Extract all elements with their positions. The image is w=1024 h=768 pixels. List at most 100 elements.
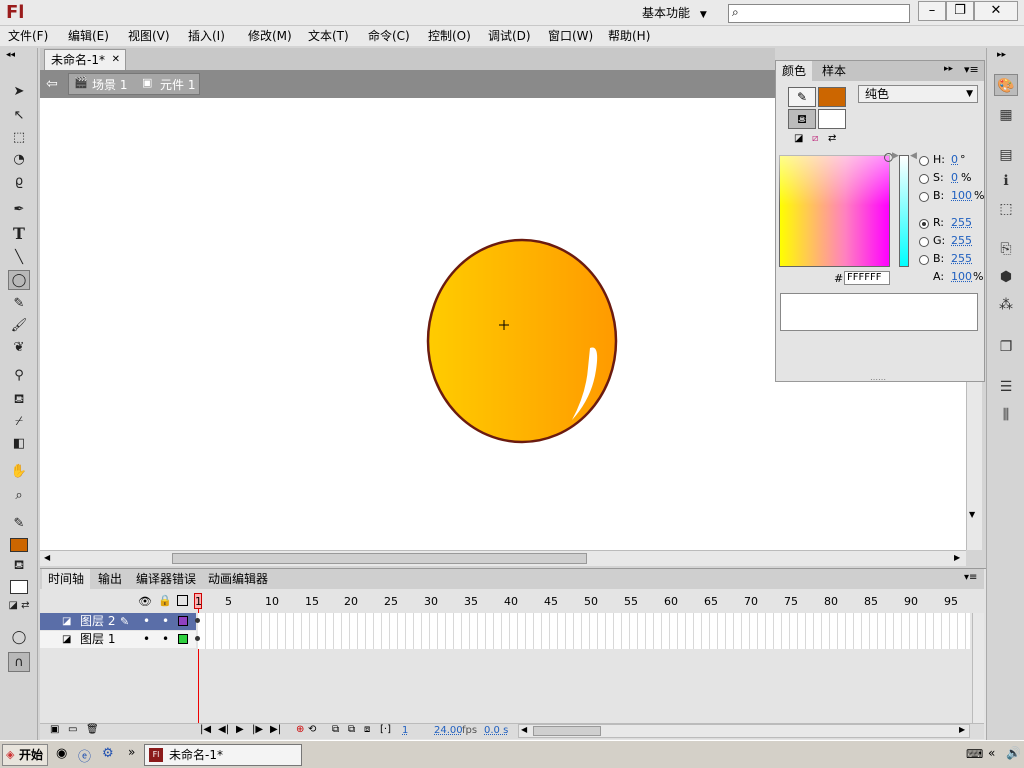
lasso-tool-icon[interactable]: ϱ bbox=[8, 172, 30, 192]
slider-arrow-icon[interactable]: ▶ bbox=[892, 151, 899, 161]
hex-input[interactable]: FFFFFF bbox=[844, 271, 890, 285]
pencil-tool-icon[interactable]: ✎ bbox=[8, 294, 30, 314]
trash-icon[interactable]: 🗑 bbox=[86, 724, 99, 735]
orange-ball[interactable] bbox=[426, 238, 618, 444]
no-color-icon[interactable]: ⧄ bbox=[812, 133, 818, 144]
expand-dock-icon[interactable]: ▸▸ bbox=[997, 50, 1006, 60]
play-icon[interactable]: ▶ bbox=[236, 724, 244, 735]
swap-colors-icon[interactable]: ◪ ⇄ bbox=[8, 596, 30, 616]
radio-saturation[interactable] bbox=[919, 174, 929, 184]
stroke-pencil-icon[interactable]: ✎ bbox=[788, 87, 816, 107]
fill-color-icon[interactable]: ⛾ bbox=[8, 556, 30, 576]
selection-tool-icon[interactable]: ➤ bbox=[8, 82, 30, 102]
menu-text[interactable]: 文本(T) bbox=[308, 26, 349, 46]
prev-frame-icon[interactable]: ◀| bbox=[218, 724, 229, 735]
maximize-button[interactable]: ❐ bbox=[946, 1, 974, 21]
stage-horizontal-scrollbar[interactable]: ◀ ▶ bbox=[40, 550, 966, 566]
brightness-value[interactable]: 100 bbox=[951, 189, 972, 202]
library-panel-icon[interactable]: ❐ bbox=[994, 336, 1018, 358]
eyedropper-tool-icon[interactable]: ⌿ bbox=[8, 412, 30, 432]
eraser-tool-icon[interactable]: ◧ bbox=[8, 434, 30, 454]
layer-row[interactable]: ◪ 图层 2 ✎ • • bbox=[40, 613, 196, 630]
radio-brightness[interactable] bbox=[919, 192, 929, 202]
default-colors-icon[interactable]: ◪ bbox=[794, 133, 803, 144]
menu-modify[interactable]: 修改(M) bbox=[248, 26, 292, 46]
project-panel-icon[interactable]: ⁂ bbox=[994, 294, 1018, 316]
more-icon[interactable]: » bbox=[128, 745, 135, 759]
new-folder-icon[interactable]: ▭ bbox=[68, 724, 77, 735]
menu-edit[interactable]: 编辑(E) bbox=[68, 26, 109, 46]
fill-bucket-icon[interactable]: ⛾ bbox=[788, 109, 816, 129]
radio-hue[interactable] bbox=[919, 156, 929, 166]
layer-name[interactable]: 图层 1 bbox=[80, 631, 115, 648]
info-panel-icon[interactable]: ℹ bbox=[994, 170, 1018, 192]
components-panel-icon[interactable]: ⎘ bbox=[994, 238, 1018, 260]
motion-presets-icon[interactable]: ⬢ bbox=[994, 266, 1018, 288]
stroke-swatch[interactable] bbox=[818, 87, 846, 107]
scroll-down-icon[interactable]: ▼ bbox=[969, 510, 975, 519]
properties-panel-icon[interactable]: ☰ bbox=[994, 376, 1018, 398]
workspace-switcher[interactable]: 基本功能 ▼ bbox=[632, 3, 712, 23]
onion-outline-icon[interactable]: ⧉ bbox=[348, 724, 355, 735]
stroke-color-swatch[interactable] bbox=[10, 538, 28, 552]
hand-tool-icon[interactable]: ✋ bbox=[8, 462, 30, 482]
oval-tool-icon[interactable]: ◯ bbox=[8, 270, 30, 290]
menu-debug[interactable]: 调试(D) bbox=[488, 26, 531, 46]
next-frame-icon[interactable]: |▶ bbox=[252, 724, 263, 735]
panel-menu-icon[interactable]: ▾≡ bbox=[964, 63, 979, 76]
minimize-button[interactable]: – bbox=[918, 1, 946, 21]
tab-swatches[interactable]: 样本 bbox=[816, 61, 852, 81]
snap-magnet-icon[interactable]: ∩ bbox=[8, 652, 30, 672]
stage-vertical-scrollbar[interactable]: ▼ bbox=[966, 380, 982, 550]
code-snippets-icon[interactable]: ⫼ bbox=[994, 404, 1018, 426]
current-frame[interactable]: 1 bbox=[402, 725, 408, 736]
document-tab[interactable]: 未命名-1* ✕ bbox=[44, 49, 126, 70]
keyframe[interactable] bbox=[195, 636, 200, 641]
hue-value[interactable]: 0 bbox=[951, 153, 958, 166]
red-value[interactable]: 255 bbox=[951, 216, 972, 229]
scroll-left-icon[interactable]: ◀ bbox=[521, 725, 527, 734]
tab-motion-editor[interactable]: 动画编辑器 bbox=[202, 569, 274, 589]
edit-multiple-icon[interactable]: ⧈ bbox=[364, 724, 370, 735]
frame-grid[interactable] bbox=[198, 613, 970, 649]
lock-icon[interactable]: 🔒 bbox=[158, 594, 172, 607]
brightness-slider[interactable] bbox=[899, 155, 909, 267]
align-panel-icon[interactable]: ▤ bbox=[994, 144, 1018, 166]
layer-visible-dot[interactable]: • bbox=[143, 613, 150, 630]
eye-icon[interactable]: 👁 bbox=[138, 595, 152, 608]
close-icon[interactable]: ✕ bbox=[112, 50, 120, 70]
fill-swatch[interactable] bbox=[818, 109, 846, 129]
menu-help[interactable]: 帮助(H) bbox=[608, 26, 650, 46]
menu-control[interactable]: 控制(O) bbox=[428, 26, 471, 46]
resize-grip-icon[interactable]: ⋯⋯ bbox=[870, 375, 886, 384]
swatches-panel-icon[interactable]: ▦ bbox=[994, 104, 1018, 126]
color-panel-icon[interactable]: 🎨 bbox=[994, 74, 1018, 96]
stroke-color-icon[interactable]: ✎ bbox=[8, 514, 30, 534]
modify-markers-icon[interactable]: [·] bbox=[380, 724, 391, 735]
ie-icon[interactable]: ⓔ bbox=[78, 746, 91, 765]
scroll-right-icon[interactable]: ▶ bbox=[959, 725, 965, 734]
onion-skin-icon[interactable]: ⧉ bbox=[332, 724, 339, 735]
browser-icon[interactable]: ◉ bbox=[56, 746, 67, 761]
breadcrumb-symbol[interactable]: 元件 1 bbox=[160, 76, 195, 93]
menu-view[interactable]: 视图(V) bbox=[128, 26, 170, 46]
fill-color-swatch[interactable] bbox=[10, 580, 28, 594]
color-type-select[interactable]: 纯色 ▼ bbox=[858, 85, 978, 103]
radio-green[interactable] bbox=[919, 237, 929, 247]
slider-arrow-icon[interactable]: ◀ bbox=[910, 151, 917, 161]
layer-lock-dot[interactable]: • bbox=[162, 613, 169, 630]
close-button[interactable]: ✕ bbox=[974, 1, 1018, 21]
menu-insert[interactable]: 插入(I) bbox=[188, 26, 225, 46]
zoom-tool-icon[interactable]: ⌕ bbox=[8, 486, 30, 506]
line-tool-icon[interactable]: ╲ bbox=[8, 248, 30, 268]
brush-tool-icon[interactable]: 🖌 bbox=[8, 316, 30, 336]
loop-icon[interactable]: ⟲ bbox=[308, 724, 316, 735]
last-frame-icon[interactable]: ▶| bbox=[270, 724, 281, 735]
bone-tool-icon[interactable]: ⚲ bbox=[8, 366, 30, 386]
scroll-thumb[interactable] bbox=[533, 726, 601, 736]
start-button[interactable]: ◈ 开始 bbox=[2, 744, 48, 766]
deco-tool-icon[interactable]: ❦ bbox=[8, 338, 30, 358]
menu-window[interactable]: 窗口(W) bbox=[548, 26, 593, 46]
layer-color-swatch[interactable] bbox=[178, 634, 188, 644]
first-frame-icon[interactable]: |◀ bbox=[200, 724, 211, 735]
